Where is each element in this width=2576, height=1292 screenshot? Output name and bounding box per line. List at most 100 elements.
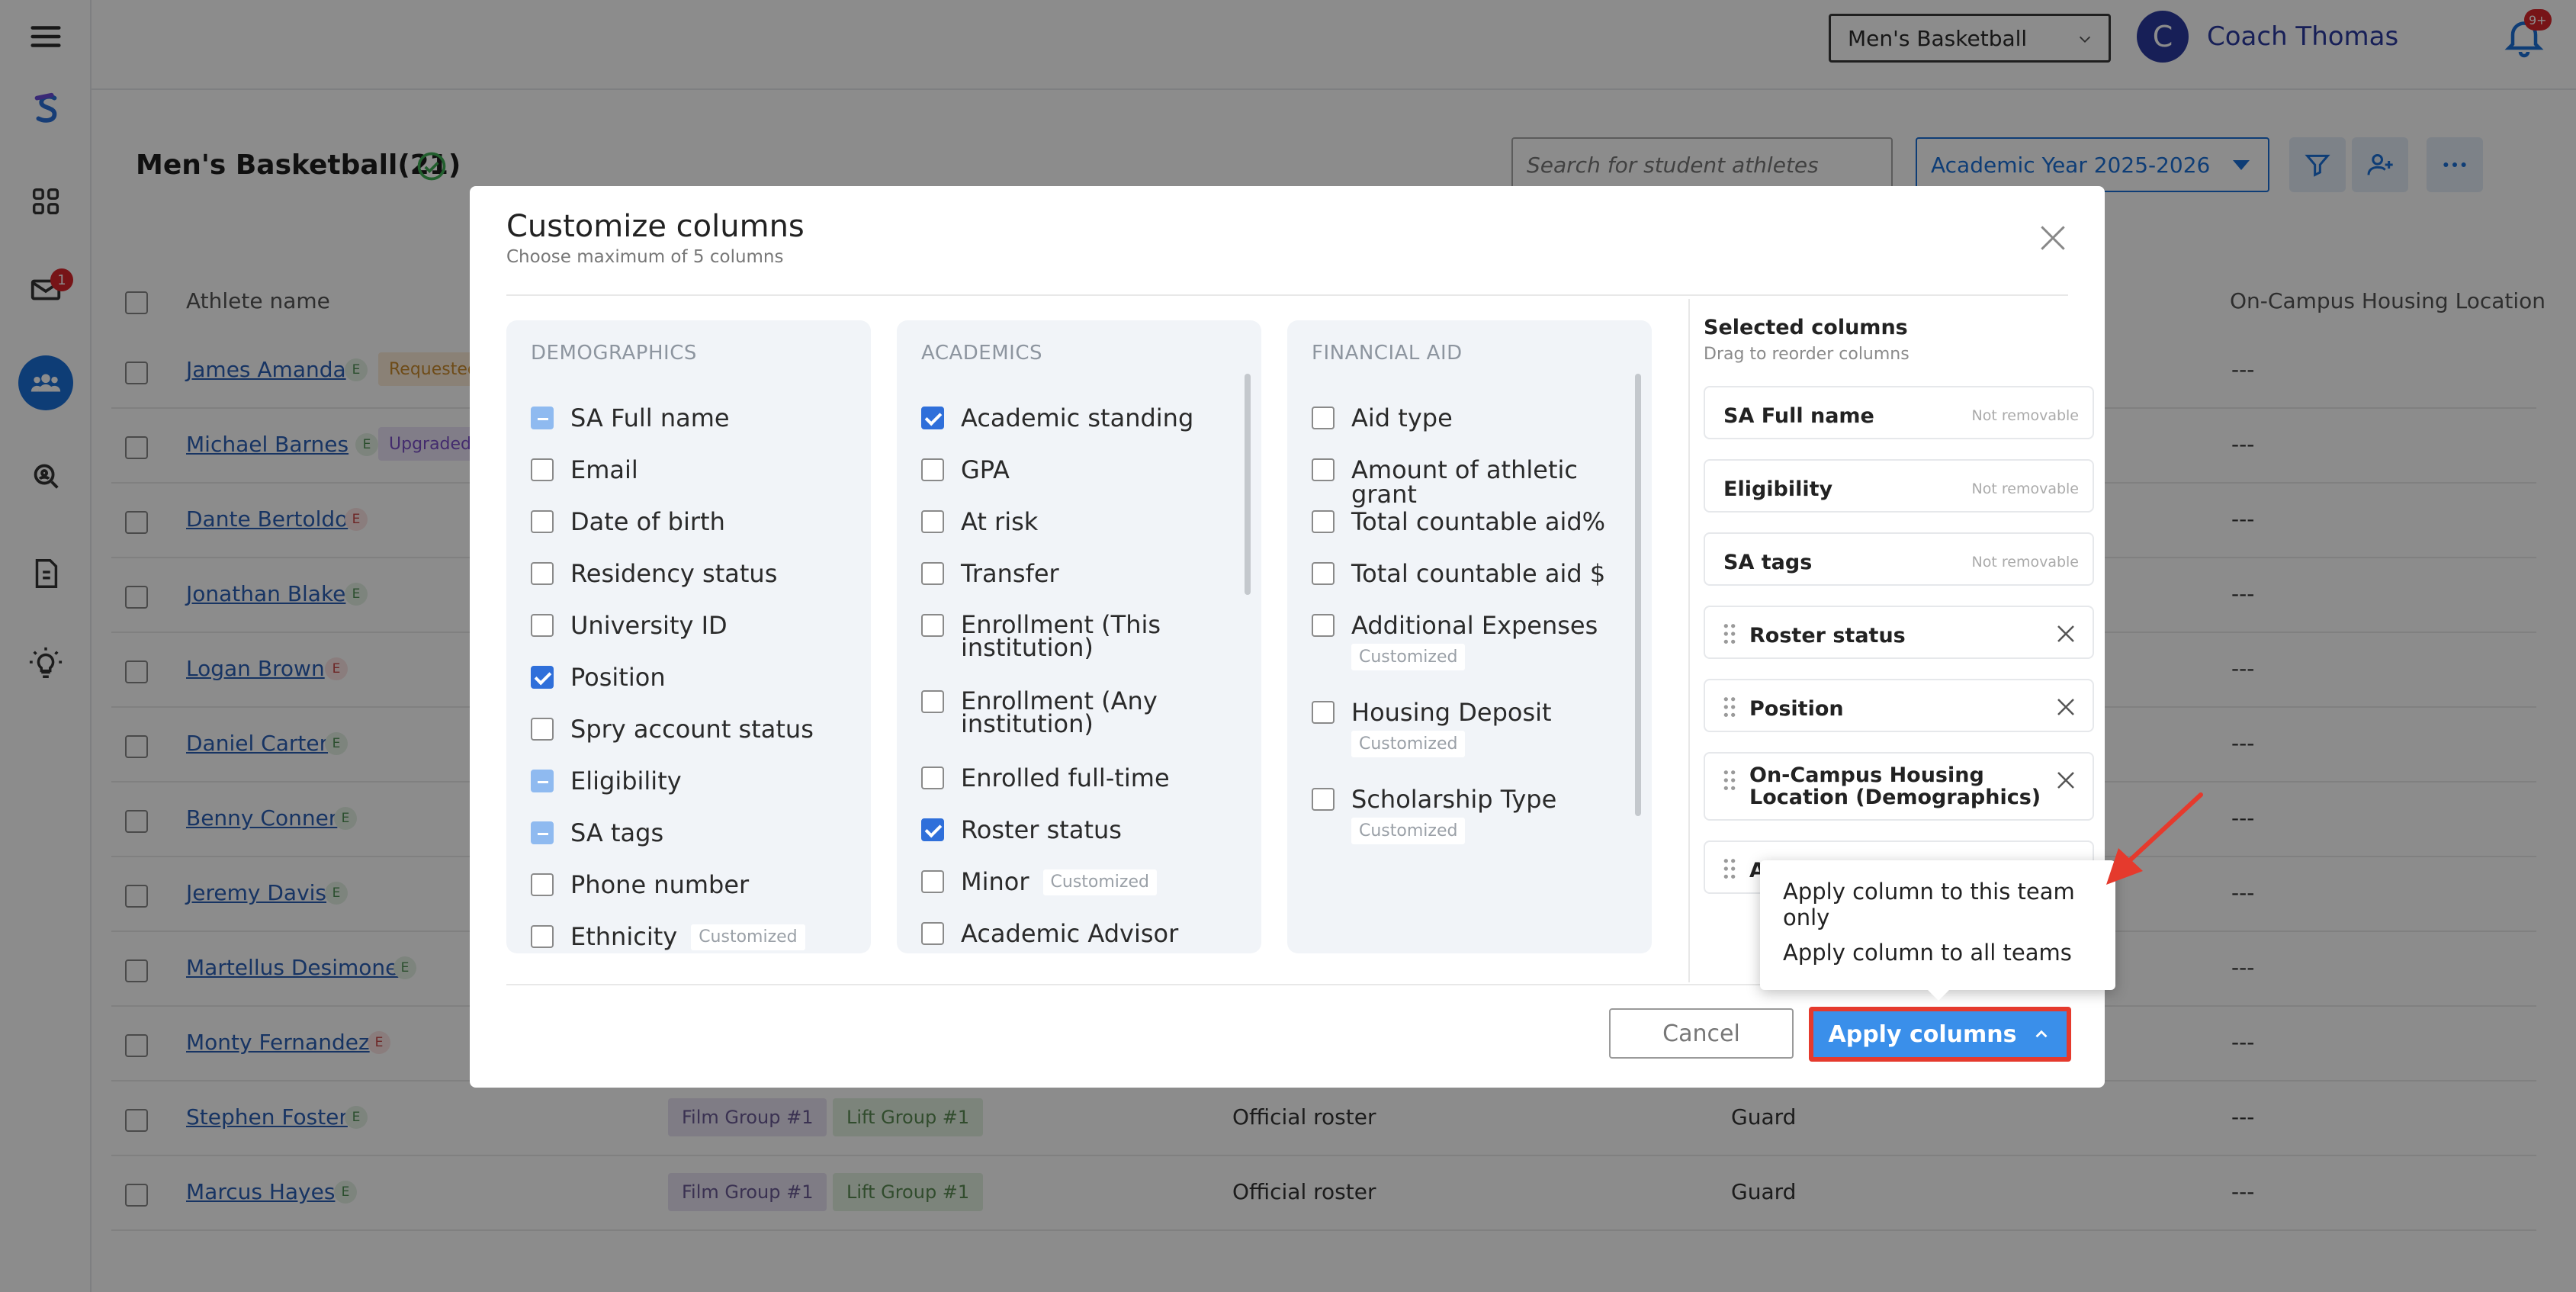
apply-team-only-option[interactable]: Apply column to this team only bbox=[1783, 879, 2115, 930]
column-option-label: Enrollment (This institution) bbox=[961, 610, 1161, 662]
column-option[interactable]: Eligibility bbox=[531, 769, 682, 793]
column-checkbox[interactable] bbox=[921, 870, 944, 893]
column-option[interactable]: Total countable aid $ bbox=[1312, 561, 1605, 586]
column-option[interactable]: GPA bbox=[921, 458, 1010, 482]
customized-badge: Customized bbox=[1351, 731, 1466, 757]
column-option[interactable]: Roster status bbox=[921, 818, 1122, 842]
column-option[interactable]: Enrollment (This institution) bbox=[921, 610, 1235, 662]
column-option-label: Total countable aid $ bbox=[1351, 559, 1606, 588]
selected-column-item[interactable]: Position bbox=[1704, 679, 2094, 732]
column-checkbox[interactable] bbox=[921, 458, 944, 481]
column-checkbox[interactable] bbox=[531, 718, 554, 741]
column-option[interactable]: Enrollment (Any institution) bbox=[921, 689, 1235, 736]
column-checkbox[interactable] bbox=[1312, 788, 1335, 811]
column-checkbox[interactable] bbox=[531, 458, 554, 481]
column-checkbox[interactable] bbox=[1312, 510, 1335, 533]
column-option-label: Aid type bbox=[1351, 403, 1453, 432]
drag-handle-icon[interactable] bbox=[1722, 857, 1737, 880]
scrollbar[interactable] bbox=[1245, 374, 1251, 595]
column-option[interactable]: Residency status bbox=[531, 561, 777, 586]
selected-column-item: SA Full name Not removable bbox=[1704, 386, 2094, 439]
column-checkbox[interactable] bbox=[1312, 407, 1335, 429]
remove-icon[interactable] bbox=[2054, 696, 2077, 718]
column-checkbox[interactable] bbox=[921, 562, 944, 585]
drag-handle-icon[interactable] bbox=[1722, 769, 1737, 792]
selected-column-item[interactable]: Roster status bbox=[1704, 606, 2094, 659]
column-checkbox[interactable] bbox=[921, 818, 944, 841]
selected-column-label: SA Full name bbox=[1723, 404, 1874, 428]
demographics-panel[interactable]: DEMOGRAPHICS SA Full name Email Date of bi… bbox=[506, 320, 871, 953]
column-checkbox[interactable] bbox=[921, 690, 944, 713]
column-checkbox[interactable] bbox=[1312, 562, 1335, 585]
column-checkbox[interactable] bbox=[531, 925, 554, 948]
column-option[interactable]: SA tags bbox=[531, 821, 663, 845]
selected-column-label: Position bbox=[1749, 697, 1844, 721]
column-checkbox[interactable] bbox=[531, 873, 554, 896]
selected-columns-subtitle: Drag to reorder columns bbox=[1704, 345, 1910, 364]
column-checkbox[interactable] bbox=[921, 922, 944, 945]
column-option[interactable]: Aid type bbox=[1312, 406, 1453, 430]
column-checkbox[interactable] bbox=[921, 614, 944, 637]
close-icon[interactable] bbox=[2036, 221, 2070, 255]
modal-title: Customize columns bbox=[506, 209, 805, 244]
column-checkbox bbox=[531, 407, 554, 429]
column-option[interactable]: Position bbox=[531, 665, 666, 689]
column-checkbox[interactable] bbox=[921, 407, 944, 429]
column-option[interactable]: Date of birth bbox=[531, 509, 725, 534]
remove-icon[interactable] bbox=[2054, 622, 2077, 645]
column-checkbox[interactable] bbox=[1312, 614, 1335, 637]
column-option-label: University ID bbox=[570, 611, 728, 640]
column-option[interactable]: Amount of athletic grant bbox=[1312, 458, 1626, 506]
academics-panel[interactable]: ACADEMICS Academic standing GPA At risk Tra… bbox=[897, 320, 1261, 953]
column-option[interactable]: At risk bbox=[921, 509, 1038, 534]
apply-all-teams-option[interactable]: Apply column to all teams bbox=[1783, 940, 2072, 966]
column-option[interactable]: SA Full name bbox=[531, 406, 730, 430]
selected-column-label: SA tags bbox=[1723, 551, 1813, 574]
column-option[interactable]: Academic Advisor bbox=[921, 921, 1178, 946]
column-option-label: Position bbox=[570, 663, 666, 692]
column-option[interactable]: University ID bbox=[531, 613, 728, 638]
apply-columns-button[interactable]: Apply columns bbox=[1809, 1007, 2071, 1062]
column-option[interactable]: Transfer bbox=[921, 561, 1059, 586]
drag-handle-icon[interactable] bbox=[1722, 622, 1737, 645]
column-option[interactable]: Total countable aid% bbox=[1312, 509, 1605, 534]
column-option[interactable]: Housing Deposit bbox=[1312, 700, 1552, 725]
column-checkbox[interactable] bbox=[1312, 701, 1335, 724]
column-option-label: SA Full name bbox=[570, 403, 730, 432]
column-option[interactable]: Academic standing bbox=[921, 406, 1193, 430]
column-checkbox[interactable] bbox=[921, 767, 944, 789]
column-checkbox[interactable] bbox=[1312, 458, 1335, 481]
column-checkbox[interactable] bbox=[531, 510, 554, 533]
column-option[interactable]: Additional Expenses bbox=[1312, 613, 1598, 638]
column-checkbox[interactable] bbox=[921, 510, 944, 533]
selected-columns-title: Selected columns bbox=[1704, 316, 1908, 339]
column-option[interactable]: Ethnicity Customized bbox=[531, 924, 805, 950]
column-option-label: Eligibility bbox=[570, 767, 682, 795]
column-option-label: Academic Advisor bbox=[961, 919, 1179, 948]
column-option[interactable]: Minor Customized bbox=[921, 869, 1157, 895]
column-option[interactable]: Scholarship Type bbox=[1312, 787, 1556, 812]
column-option[interactable]: Spry account status bbox=[531, 717, 814, 741]
customized-badge: Customized bbox=[691, 924, 805, 950]
column-checkbox[interactable] bbox=[531, 614, 554, 637]
financial-aid-panel[interactable]: FINANCIAL AID Aid type Amount of athletic… bbox=[1287, 320, 1652, 953]
not-removable-label: Not removable bbox=[1971, 554, 2079, 570]
drag-handle-icon[interactable] bbox=[1722, 696, 1737, 718]
scrollbar[interactable] bbox=[1635, 374, 1641, 816]
customized-badge: Customized bbox=[1351, 644, 1466, 670]
remove-icon[interactable] bbox=[2054, 769, 2077, 792]
column-option[interactable]: Phone number bbox=[531, 873, 749, 897]
selected-column-item[interactable]: On-Campus Housing Location (Demographics… bbox=[1704, 752, 2094, 821]
column-option-label: At risk bbox=[961, 507, 1039, 536]
financial-aid-title: FINANCIAL AID bbox=[1312, 342, 1463, 365]
cancel-button[interactable]: Cancel bbox=[1609, 1008, 1794, 1059]
column-checkbox[interactable] bbox=[531, 666, 554, 689]
column-option-label: Academic standing bbox=[961, 403, 1194, 432]
column-option-label: Enrolled full-time bbox=[961, 763, 1170, 792]
column-checkbox[interactable] bbox=[531, 562, 554, 585]
column-option[interactable]: Enrolled full-time bbox=[921, 766, 1170, 790]
column-option[interactable]: Email bbox=[531, 458, 638, 482]
selected-column-item: SA tags Not removable bbox=[1704, 532, 2094, 586]
column-option-label: Phone number bbox=[570, 870, 750, 899]
chevron-up-icon bbox=[2035, 1030, 2048, 1038]
